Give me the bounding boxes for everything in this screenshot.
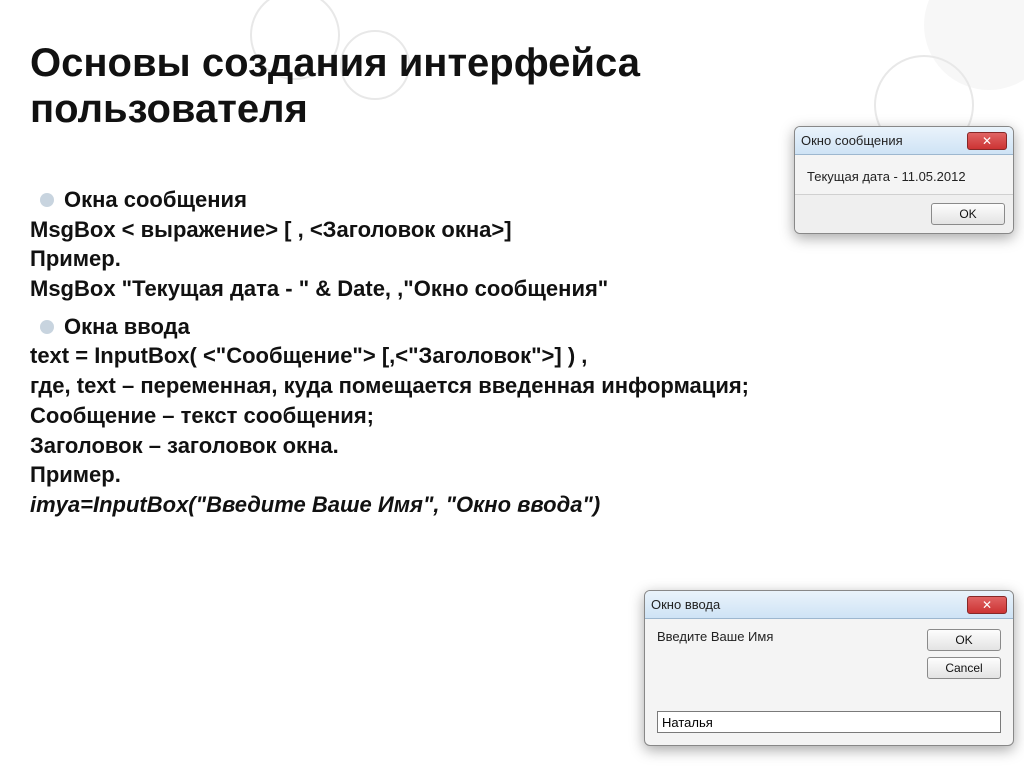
bullet-inputbox-label: Окна ввода bbox=[64, 312, 190, 342]
close-button[interactable]: ✕ bbox=[967, 132, 1007, 150]
inputbox-input[interactable] bbox=[657, 711, 1001, 733]
msgbox-titlebar: Окно сообщения ✕ bbox=[795, 127, 1013, 155]
close-button[interactable]: ✕ bbox=[967, 596, 1007, 614]
text-line: MsgBox "Текущая дата - " & Date, ,"Окно … bbox=[30, 274, 1004, 304]
inputbox-row: Введите Ваше Имя OK Cancel bbox=[645, 619, 1013, 683]
inputbox-button-column: OK Cancel bbox=[927, 629, 1001, 679]
text-line: text = InputBox( <"Сообщение"> [,<"Загол… bbox=[30, 341, 1004, 371]
text-line: Пример. bbox=[30, 244, 1004, 274]
bullet-inputbox: Окна ввода bbox=[40, 312, 1004, 342]
text-line: imya=InputBox("Введите Ваше Имя", "Окно … bbox=[30, 490, 1004, 520]
text-line: Сообщение – текст сообщения; bbox=[30, 401, 1004, 431]
close-icon: ✕ bbox=[982, 135, 992, 147]
msgbox-dialog: Окно сообщения ✕ Текущая дата - 11.05.20… bbox=[794, 126, 1014, 234]
msgbox-body: Текущая дата - 11.05.2012 bbox=[795, 155, 1013, 194]
page-title: Основы создания интерфейса пользователя bbox=[30, 40, 810, 132]
msgbox-title: Окно сообщения bbox=[801, 133, 967, 148]
inputbox-prompt: Введите Ваше Имя bbox=[657, 629, 917, 644]
text-line: где, text – переменная, куда помещается … bbox=[30, 371, 1004, 401]
text-line: Пример. bbox=[30, 460, 1004, 490]
close-icon: ✕ bbox=[982, 599, 992, 611]
inputbox-field-wrap bbox=[645, 683, 1013, 745]
bullet-msgbox-label: Окна сообщения bbox=[64, 185, 247, 215]
inputbox-dialog: Окно ввода ✕ Введите Ваше Имя OK Cancel bbox=[644, 590, 1014, 746]
inputbox-title: Окно ввода bbox=[651, 597, 967, 612]
msgbox-footer: OK bbox=[795, 194, 1013, 233]
inputbox-titlebar: Окно ввода ✕ bbox=[645, 591, 1013, 619]
ok-button[interactable]: OK bbox=[927, 629, 1001, 651]
content-block: Окна сообщения MsgBox < выражение> [ , <… bbox=[30, 185, 1004, 520]
text-line: Заголовок – заголовок окна. bbox=[30, 431, 1004, 461]
bullet-icon bbox=[40, 193, 54, 207]
cancel-button[interactable]: Cancel bbox=[927, 657, 1001, 679]
ok-button[interactable]: OK bbox=[931, 203, 1005, 225]
bullet-icon bbox=[40, 320, 54, 334]
